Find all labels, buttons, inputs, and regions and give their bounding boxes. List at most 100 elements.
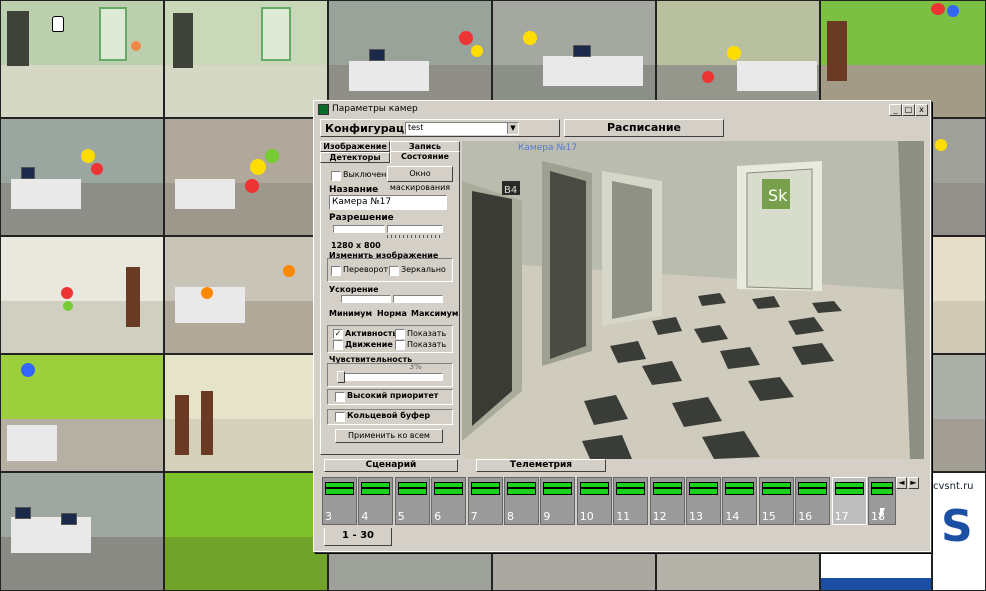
- app-icon: [318, 103, 329, 115]
- b4-sign: B4: [504, 185, 517, 196]
- thumbnail-number: 4: [361, 510, 369, 523]
- telemetry-button[interactable]: Телеметрия: [476, 459, 606, 472]
- config-select[interactable]: test ▼: [405, 122, 519, 135]
- thumbnail-number: 10: [579, 510, 594, 523]
- apply-all-button[interactable]: Применить ко всем: [335, 429, 443, 443]
- camera-thumbnail[interactable]: 15: [758, 477, 794, 525]
- scroll-left-button[interactable]: ◄: [896, 477, 907, 489]
- thumbnail-number: 11: [616, 510, 631, 523]
- camera-tile[interactable]: [0, 236, 164, 354]
- thumbnail-bar: [543, 488, 573, 495]
- camera-video[interactable]: Sk B4 Камера №17: [462, 141, 924, 459]
- resolution-value: 1280 x 800: [331, 241, 381, 250]
- change-image-label: Изменить изображение: [329, 251, 439, 260]
- sensitivity-slider[interactable]: [337, 373, 443, 381]
- logo-url: cvsnt.ru: [933, 481, 974, 492]
- flip-checkbox[interactable]: [331, 266, 341, 276]
- camera-thumbnail[interactable]: 4: [358, 477, 394, 525]
- hand-cursor-icon: [52, 16, 64, 32]
- disabled-checkbox[interactable]: [331, 171, 341, 181]
- mirror-checkbox[interactable]: [389, 266, 399, 276]
- camera-name-input[interactable]: Камера №17: [329, 195, 447, 210]
- schedule-button[interactable]: Расписание: [564, 119, 724, 137]
- flip-label: Переворот: [343, 265, 389, 274]
- camera-tile[interactable]: [164, 236, 328, 354]
- camera-thumbnail[interactable]: 3: [322, 477, 357, 525]
- camera-tile[interactable]: [932, 236, 986, 354]
- acceleration-max: Максимум: [411, 309, 459, 318]
- camera-tile[interactable]: [164, 118, 328, 236]
- show-motion-checkbox[interactable]: [395, 340, 405, 350]
- activity-checkbox[interactable]: ✓: [333, 329, 343, 339]
- page-tab-1-30[interactable]: 1 - 30: [324, 528, 392, 546]
- camera-thumbnail[interactable]: 7: [467, 477, 503, 525]
- camera-thumbnail[interactable]: 5: [394, 477, 430, 525]
- camera-settings-dialog: Параметры камер _ □ x Конфигурация test …: [313, 100, 931, 552]
- thumbnail-number: 5: [397, 510, 405, 523]
- camera-tile[interactable]: [164, 472, 328, 591]
- disabled-label: Выключена: [343, 170, 392, 179]
- close-button[interactable]: x: [915, 104, 928, 116]
- thumbnail-number: 7: [470, 510, 478, 523]
- camera-thumbnail[interactable]: 14: [722, 477, 758, 525]
- video-caption: Камера №17: [518, 143, 578, 153]
- camera-tile[interactable]: [932, 118, 986, 236]
- thumbnail-number: 16: [798, 510, 813, 523]
- camera-thumbnail[interactable]: 13: [686, 477, 721, 525]
- thumbnail-number: 14: [725, 510, 740, 523]
- ring-buffer-checkbox[interactable]: [335, 412, 345, 422]
- camera-tile[interactable]: [656, 552, 820, 591]
- camera-tile[interactable]: [328, 552, 492, 591]
- resolution-label: Разрешение: [329, 213, 394, 223]
- camera-tile[interactable]: [492, 552, 656, 591]
- scenario-button[interactable]: Сценарий: [324, 459, 458, 472]
- camera-thumbnail[interactable]: 12: [649, 477, 685, 525]
- camera-thumbnail[interactable]: 11: [613, 477, 649, 525]
- camera-thumbnail[interactable]: 8: [504, 477, 539, 525]
- acceleration-slider-1[interactable]: [341, 295, 391, 303]
- thumbnail-number: 15: [761, 510, 776, 523]
- title-bar: Параметры камер _ □ x: [316, 103, 928, 116]
- thumbnail-bar: [397, 488, 427, 495]
- mask-window-button[interactable]: Окно маскирования: [387, 166, 453, 192]
- thumbnail-bar: [361, 488, 391, 495]
- sensitivity-value: 3%: [409, 362, 422, 371]
- acceleration-slider-2[interactable]: [393, 295, 443, 303]
- camera-thumbnail[interactable]: 9: [540, 477, 576, 525]
- high-priority-checkbox[interactable]: [335, 392, 345, 402]
- acceleration-label: Ускорение: [329, 285, 379, 294]
- thumbnail-bar: [434, 488, 464, 495]
- camera-tile[interactable]: [932, 354, 986, 472]
- camera-tile[interactable]: [0, 354, 164, 472]
- camera-tile[interactable]: [0, 0, 164, 118]
- config-select-value: test: [408, 123, 424, 132]
- tab-detectors[interactable]: Детекторы: [320, 152, 390, 163]
- scroll-right-button[interactable]: ►: [908, 477, 919, 489]
- motion-checkbox[interactable]: [333, 340, 343, 350]
- tab-image[interactable]: Изображение: [320, 141, 390, 152]
- show-activity-checkbox[interactable]: [395, 329, 405, 339]
- dropdown-arrow-icon[interactable]: ▼: [507, 123, 518, 134]
- tab-state[interactable]: Состояние: [390, 151, 460, 163]
- camera-tile[interactable]: [0, 472, 164, 591]
- camera-thumbnail[interactable]: 16: [795, 477, 831, 525]
- minimize-button[interactable]: _: [889, 104, 902, 116]
- logo-banner: [820, 552, 932, 591]
- camera-tile[interactable]: [164, 0, 328, 118]
- resolution-slider-1[interactable]: [333, 225, 385, 233]
- camera-thumbnail[interactable]: 17: [831, 477, 867, 525]
- thumbnail-bar: [871, 488, 893, 495]
- camera-tile[interactable]: [0, 118, 164, 236]
- camera-thumbnail[interactable]: 10: [576, 477, 612, 525]
- resolution-slider-2[interactable]: [387, 225, 443, 233]
- ring-buffer-label: Кольцевой буфер: [347, 411, 431, 420]
- camera-tile[interactable]: [164, 354, 328, 472]
- state-panel: Выключена Окно маскирования Название Кам…: [320, 163, 460, 455]
- maximize-button[interactable]: □: [902, 104, 915, 116]
- thumbnail-bar: [616, 488, 646, 495]
- activity-label: Активность: [345, 329, 398, 338]
- thumbnail-bar: [689, 488, 718, 495]
- camera-name-value: Камера №17: [332, 197, 392, 207]
- sensitivity-thumb[interactable]: [337, 371, 345, 383]
- camera-thumbnail[interactable]: 6: [431, 477, 467, 525]
